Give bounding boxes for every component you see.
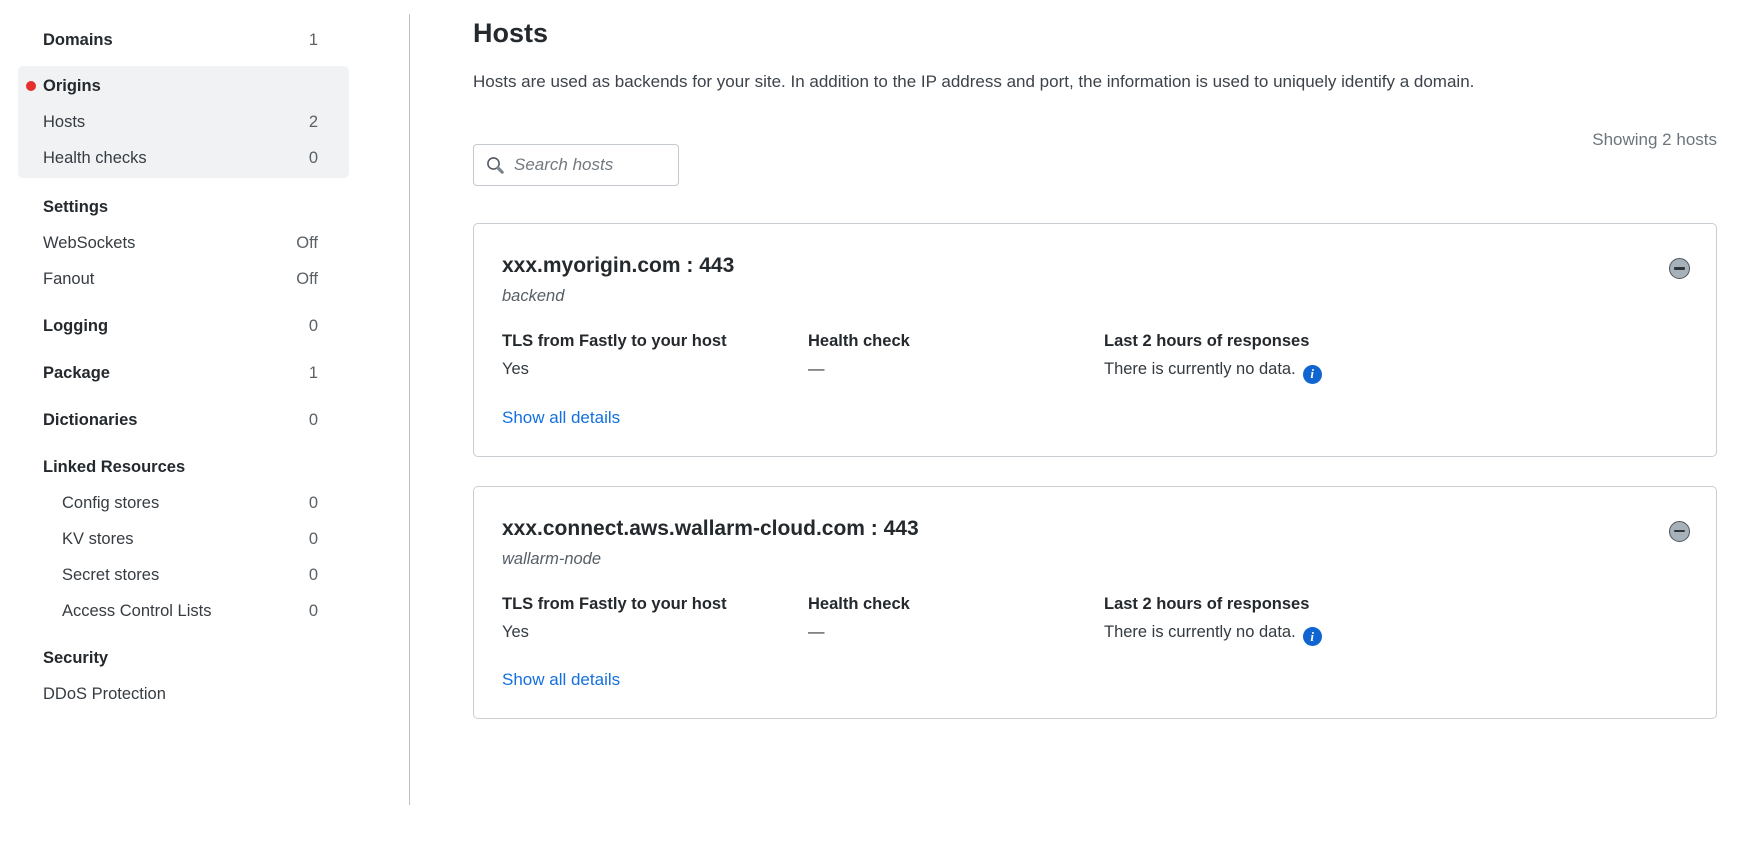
sidebar-item-package[interactable]: Package 1 (18, 355, 349, 391)
sidebar-item-fanout[interactable]: Fanout Off (18, 261, 349, 297)
main-content: Hosts Hosts are used as backends for you… (409, 0, 1742, 848)
sidebar-item-dictionaries[interactable]: Dictionaries 0 (18, 402, 349, 438)
page-title: Hosts (473, 16, 1717, 50)
show-all-details-link[interactable]: Show all details (502, 408, 620, 428)
sidebar-origins-active-group: Origins Hosts 2 Health checks 0 (18, 66, 349, 178)
health-check-column: Health check — (808, 332, 1104, 384)
minus-icon (1674, 530, 1685, 533)
host-detail-columns: TLS from Fastly to your host Yes Health … (502, 332, 1688, 384)
sidebar-item-secret-stores[interactable]: Secret stores 0 (18, 557, 349, 593)
toolbar: Showing 2 hosts (473, 144, 1717, 186)
host-detail-columns: TLS from Fastly to your host Yes Health … (502, 595, 1688, 647)
hosts-count-label: Showing 2 hosts (1592, 130, 1717, 150)
sidebar-item-websockets[interactable]: WebSockets Off (18, 225, 349, 261)
search-icon (486, 156, 505, 175)
host-subtitle: wallarm-node (502, 550, 1688, 569)
sidebar-item-config-stores[interactable]: Config stores 0 (18, 485, 349, 521)
search-box[interactable] (473, 144, 679, 186)
sidebar: Domains 1 Origins Hosts 2 Health checks … (0, 0, 409, 712)
sidebar-item-kv-stores[interactable]: KV stores 0 (18, 521, 349, 557)
count-badge: 0 (309, 149, 318, 168)
info-icon[interactable]: i (1303, 365, 1322, 384)
no-data-text: There is currently no data. (1104, 623, 1296, 641)
responses-column: Last 2 hours of responses There is curre… (1104, 332, 1688, 384)
responses-column: Last 2 hours of responses There is curre… (1104, 595, 1688, 647)
count-badge: 2 (309, 113, 318, 132)
page-description: Hosts are used as backends for your site… (473, 68, 1521, 96)
sidebar-item-origins[interactable]: Origins (18, 68, 349, 104)
no-data-text: There is currently no data. (1104, 360, 1296, 378)
count-badge: 0 (309, 411, 318, 430)
tls-column: TLS from Fastly to your host Yes (502, 595, 808, 647)
sidebar-item-domains[interactable]: Domains 1 (18, 22, 349, 58)
origins-status-dot-icon (26, 81, 36, 91)
status-badge: Off (296, 234, 318, 253)
minus-icon (1674, 267, 1685, 270)
count-badge: 0 (309, 494, 318, 513)
health-check-column: Health check — (808, 595, 1104, 647)
collapse-card-button[interactable] (1669, 258, 1690, 279)
search-input[interactable] (514, 155, 666, 175)
show-all-details-link[interactable]: Show all details (502, 670, 620, 690)
sidebar-item-settings[interactable]: Settings (18, 189, 349, 225)
sidebar-item-security[interactable]: Security (18, 640, 349, 676)
host-title: xxx.myorigin.com : 443 (502, 254, 1688, 278)
sidebar-item-health-checks[interactable]: Health checks 0 (18, 140, 349, 176)
host-card: xxx.connect.aws.wallarm-cloud.com : 443 … (473, 486, 1717, 720)
count-badge: 1 (309, 364, 318, 383)
tls-column: TLS from Fastly to your host Yes (502, 332, 808, 384)
status-badge: Off (296, 270, 318, 289)
count-badge: 0 (309, 317, 318, 336)
sidebar-item-access-control-lists[interactable]: Access Control Lists 0 (18, 593, 349, 629)
host-card: xxx.myorigin.com : 443 backend TLS from … (473, 223, 1717, 457)
count-badge: 0 (309, 530, 318, 549)
count-badge: 0 (309, 602, 318, 621)
sidebar-item-logging[interactable]: Logging 0 (18, 308, 349, 344)
info-icon[interactable]: i (1303, 627, 1322, 646)
collapse-card-button[interactable] (1669, 521, 1690, 542)
sidebar-item-linked-resources[interactable]: Linked Resources (18, 449, 349, 485)
count-badge: 0 (309, 566, 318, 585)
sidebar-item-ddos-protection[interactable]: DDoS Protection (18, 676, 349, 712)
host-subtitle: backend (502, 287, 1688, 306)
count-badge: 1 (309, 31, 318, 50)
sidebar-item-hosts[interactable]: Hosts 2 (18, 104, 349, 140)
host-title: xxx.connect.aws.wallarm-cloud.com : 443 (502, 517, 1688, 541)
